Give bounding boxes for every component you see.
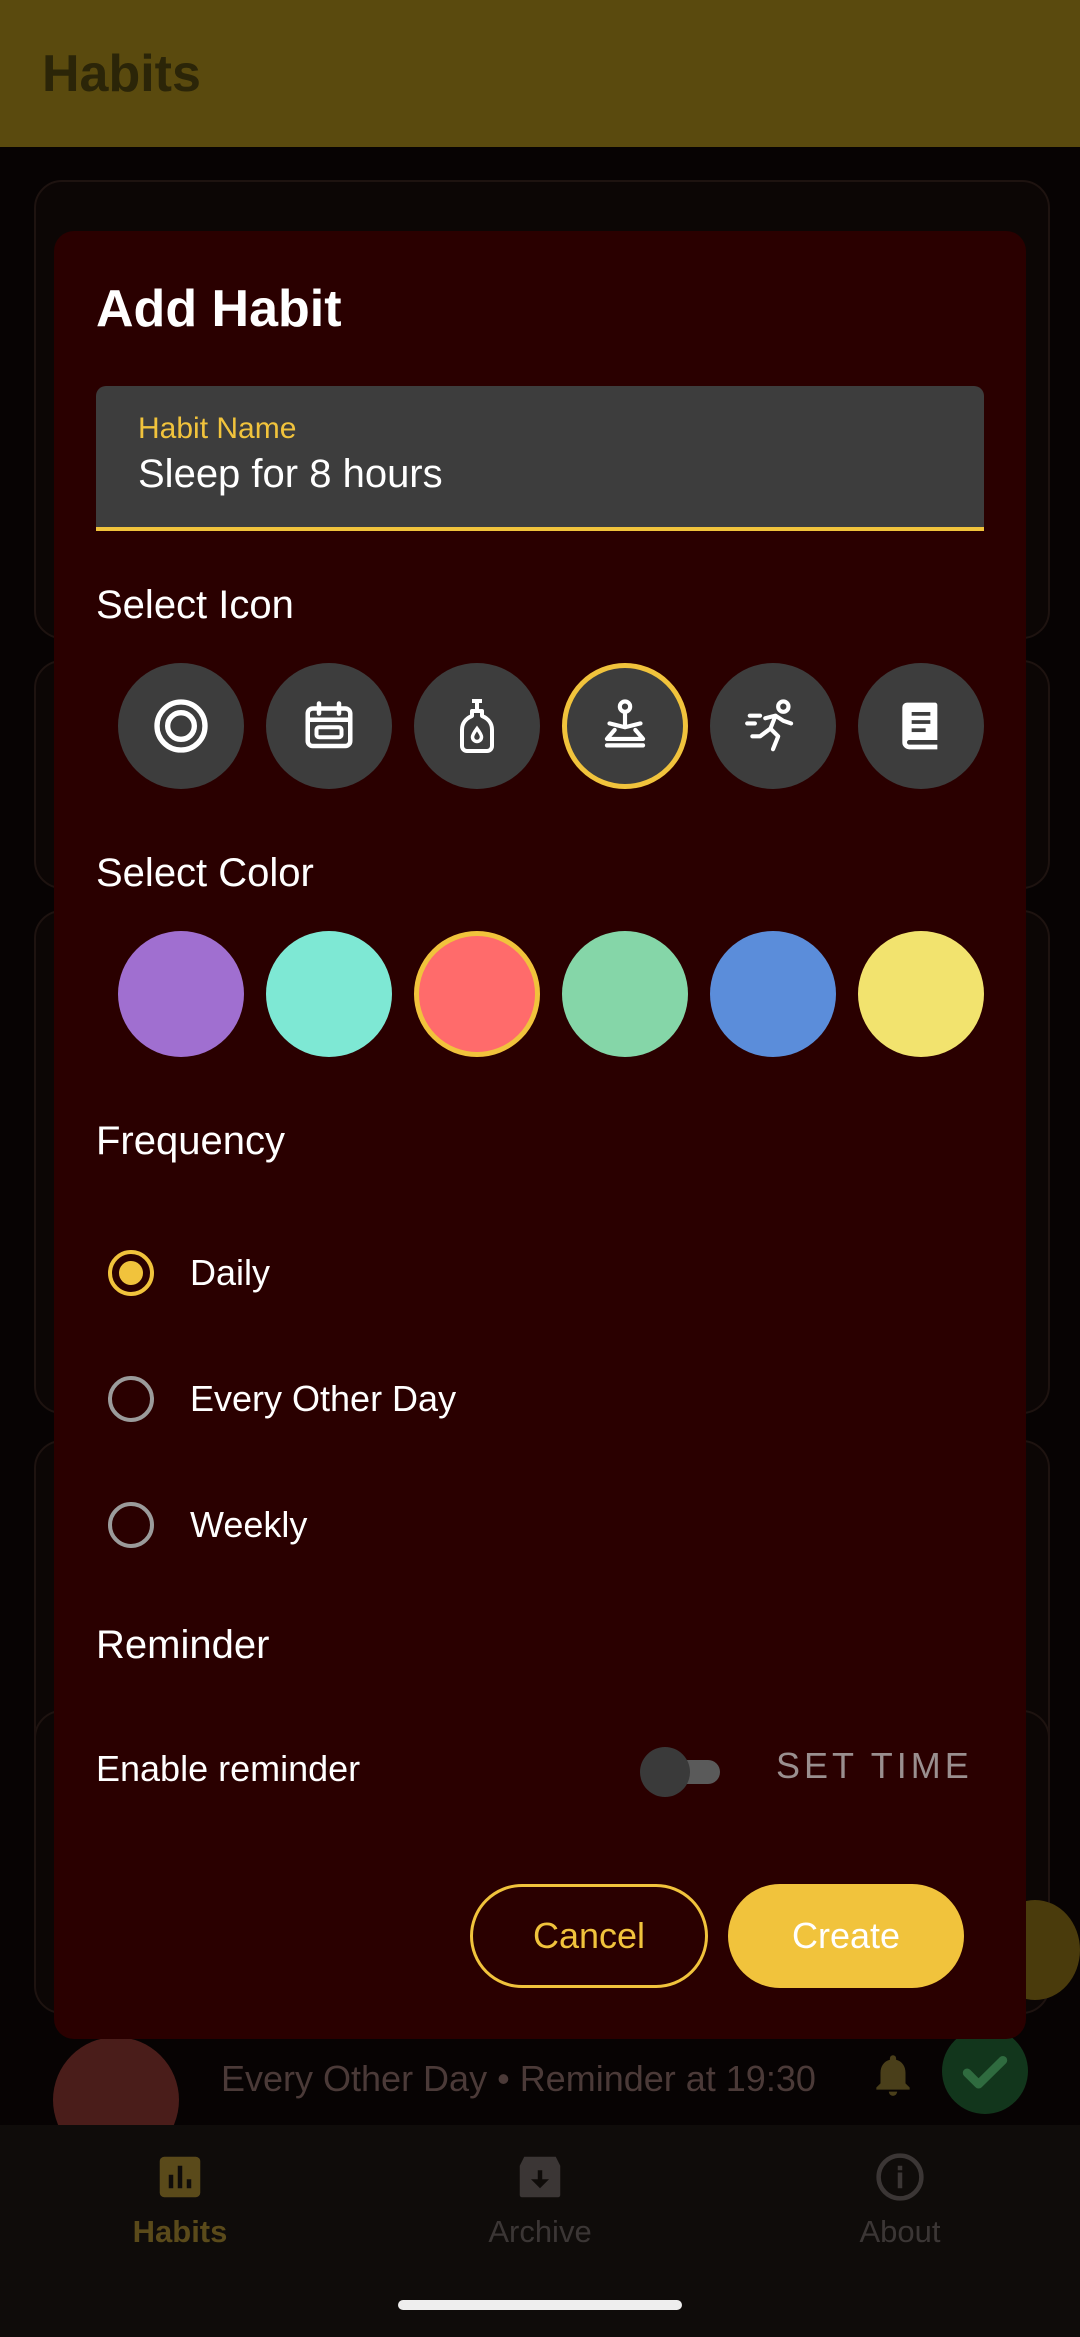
- select-icon-heading: Select Icon: [96, 583, 294, 627]
- habit-subtitle: Every Other Day • Reminder at 19:30: [221, 2058, 816, 2099]
- frequency-heading: Frequency: [96, 1119, 285, 1163]
- frequency-option-daily[interactable]: Daily: [108, 1238, 270, 1308]
- toggle-thumb: [640, 1747, 690, 1797]
- frequency-option-every-other-day[interactable]: Every Other Day: [108, 1364, 456, 1434]
- nav-label-habits: Habits: [132, 2214, 228, 2249]
- color-option-red[interactable]: [414, 931, 540, 1057]
- icon-option-running[interactable]: [710, 663, 836, 789]
- nav-item-about[interactable]: About: [790, 2150, 1010, 2250]
- book-icon: [902, 702, 938, 750]
- nav-item-habits[interactable]: Habits: [70, 2150, 290, 2250]
- radio-button[interactable]: [108, 1250, 154, 1296]
- icon-option-calendar[interactable]: [266, 663, 392, 789]
- icon-option-book[interactable]: [858, 663, 984, 789]
- bell-icon[interactable]: [868, 2050, 918, 2100]
- check-icon: [962, 2055, 1008, 2089]
- radio-button[interactable]: [108, 1376, 154, 1422]
- color-option-green[interactable]: [562, 931, 688, 1057]
- color-option-purple[interactable]: [118, 931, 244, 1057]
- meditation-icon: [604, 699, 646, 748]
- add-habit-dialog: Add Habit Habit Name Select Icon: [54, 231, 1026, 2039]
- complete-check-button[interactable]: [942, 2028, 1028, 2114]
- calendar-icon: [305, 701, 353, 749]
- dialog-title: Add Habit: [96, 280, 342, 338]
- icon-option-target[interactable]: [118, 663, 244, 789]
- app-bar: Habits: [0, 0, 1080, 147]
- create-button[interactable]: Create: [728, 1884, 964, 1988]
- target-icon: [154, 699, 208, 753]
- running-icon: [745, 699, 794, 752]
- home-indicator[interactable]: [398, 2300, 682, 2310]
- color-option-yellow[interactable]: [858, 931, 984, 1057]
- select-color-heading: Select Color: [96, 851, 314, 895]
- nav-item-archive[interactable]: Archive: [430, 2150, 650, 2250]
- icon-option-soap[interactable]: [414, 663, 540, 789]
- app-title: Habits: [42, 45, 201, 103]
- cancel-button[interactable]: Cancel: [470, 1884, 708, 1988]
- color-option-teal[interactable]: [266, 931, 392, 1057]
- archive-icon: [519, 2156, 561, 2198]
- icon-option-meditation[interactable]: [562, 663, 688, 789]
- bar-chart-icon: [159, 2156, 201, 2198]
- radio-label: Weekly: [190, 1504, 308, 1545]
- radio-label: Every Other Day: [190, 1378, 457, 1419]
- enable-reminder-label: Enable reminder: [96, 1748, 361, 1789]
- reminder-heading: Reminder: [96, 1623, 270, 1667]
- frequency-option-weekly[interactable]: Weekly: [108, 1490, 307, 1560]
- set-time-button[interactable]: SET TIME: [776, 1745, 973, 1787]
- reminder-toggle[interactable]: [640, 1743, 726, 1799]
- radio-label: Daily: [190, 1252, 271, 1293]
- habit-name-input[interactable]: [138, 452, 938, 497]
- radio-button[interactable]: [108, 1502, 154, 1548]
- nav-label-archive: Archive: [488, 2214, 592, 2249]
- habit-name-label: Habit Name: [138, 412, 297, 445]
- nav-label-about: About: [859, 2214, 941, 2249]
- color-option-blue[interactable]: [710, 931, 836, 1057]
- habit-name-field[interactable]: Habit Name: [96, 386, 984, 531]
- soap-bottle-icon: [460, 699, 494, 753]
- info-icon: [876, 2153, 924, 2201]
